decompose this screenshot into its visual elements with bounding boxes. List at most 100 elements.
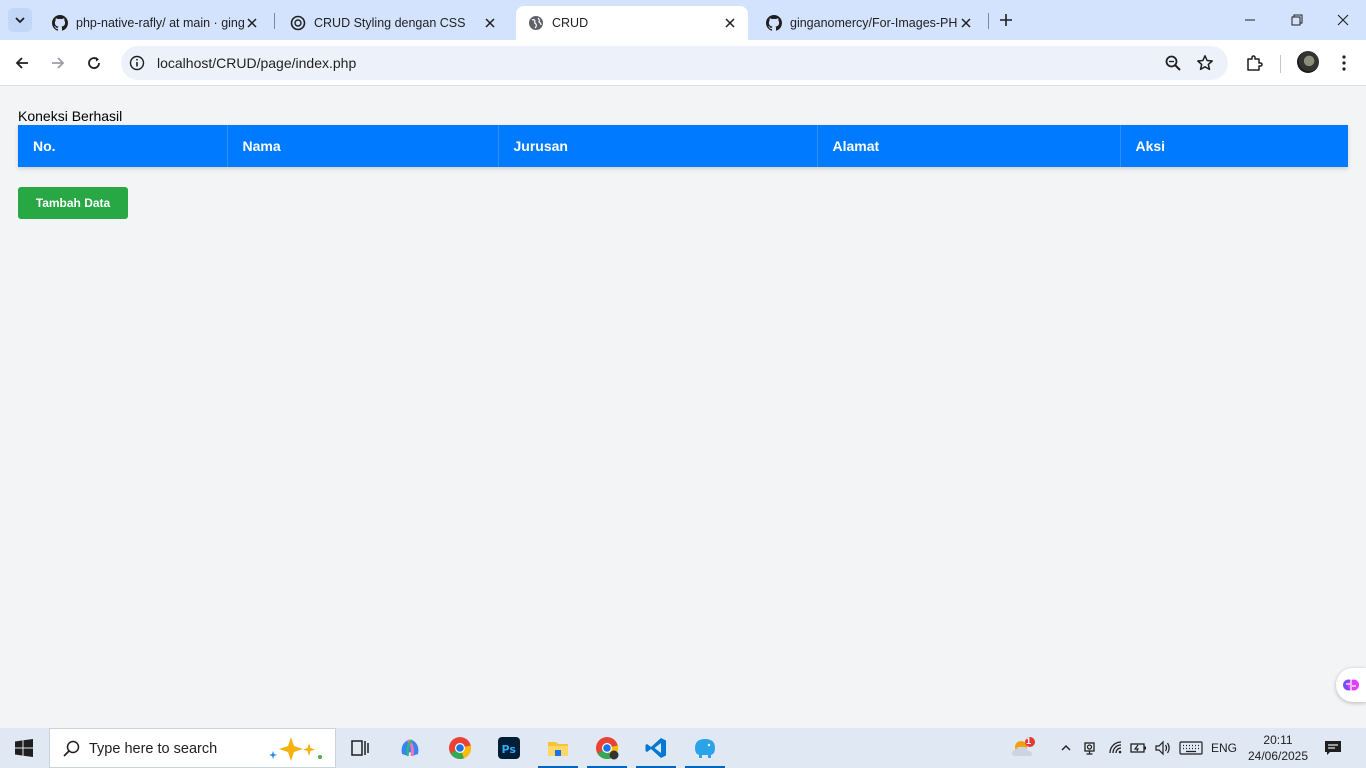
tab-crud-styling[interactable]: CRUD Styling dengan CSS [278,6,508,40]
vscode-icon [645,738,666,758]
chevron-down-icon [15,17,25,24]
forward-button[interactable] [46,51,70,75]
battery-status[interactable] [1128,728,1150,768]
folder-icon [548,742,568,756]
browser-toolbar: localhost/CRUD/page/index.php [0,40,1366,86]
forward-arrow-icon [52,57,65,69]
meet-now-button[interactable] [1081,728,1101,768]
kebab-menu-icon [1342,55,1346,71]
weather-cloud-icon [1012,737,1035,756]
openai-icon [290,15,306,31]
elephant-icon [695,739,715,758]
close-tab-icon[interactable] [244,15,260,31]
tab-for-images[interactable]: ginganomercy/For-Images-PHP [754,6,984,40]
webcam-icon [1084,742,1095,755]
github-icon [766,15,782,31]
plus-icon [1000,14,1012,26]
tab-crud[interactable]: CRUD [516,6,748,40]
minimize-icon [1245,19,1255,21]
new-tab-button[interactable] [996,10,1016,30]
notification-icon [1325,741,1341,755]
taskbar-chrome[interactable] [440,728,480,768]
back-button[interactable] [10,51,34,75]
taskbar: Type here to search Ps 1 ENG 20:11 24/06… [0,728,1366,768]
tab-title: php-native-rafly/ at main · gingar [76,16,244,30]
copilot-icon [401,738,419,757]
column-header-no: No. [18,125,228,167]
github-icon [52,15,68,31]
tab-search-button[interactable] [8,8,32,32]
clock-time: 20:11 [1263,733,1293,747]
tab-php-native[interactable]: php-native-rafly/ at main · gingar [40,6,270,40]
volume-icon [1155,740,1170,756]
start-button[interactable] [0,728,48,768]
chrome-icon [449,737,472,760]
close-tab-icon[interactable] [482,15,498,31]
profile-avatar[interactable] [1297,51,1319,73]
toolbar-divider [1280,55,1281,73]
close-window-button[interactable] [1331,8,1355,32]
restore-icon [1291,14,1303,26]
weather-badge: 1 [1026,736,1032,746]
back-arrow-icon [15,57,28,69]
tab-strip: php-native-rafly/ at main · gingar CRUD … [0,0,1366,40]
language-indicator: ENG [1210,741,1237,755]
zoom-icon[interactable] [1164,54,1182,72]
add-data-button[interactable]: Tambah Data [18,187,128,219]
connection-status: Koneksi Berhasil [18,108,123,124]
task-view-button[interactable] [340,728,380,768]
url-text[interactable]: localhost/CRUD/page/index.php [157,55,356,71]
brain-icon [1343,679,1359,691]
minimize-button[interactable] [1238,8,1262,32]
windows-logo-icon [15,739,33,757]
tab-title: CRUD [552,16,589,30]
volume-control[interactable] [1152,728,1174,768]
chevron-up-icon [1061,745,1071,751]
reload-button[interactable] [82,51,106,75]
browser-menu-button[interactable] [1332,51,1356,75]
input-language-button[interactable]: ENG [1208,728,1240,768]
data-table: No. Nama Jurusan Alamat Aksi [18,125,1348,167]
clock-date: 24/06/2025 [1247,749,1309,763]
tab-separator [274,13,275,29]
bookmark-star-icon[interactable] [1196,54,1214,72]
taskbar-vscode[interactable] [636,728,676,768]
weather-widget[interactable]: 1 [1008,728,1038,768]
photoshop-icon: Ps [498,737,520,759]
close-tab-icon[interactable] [958,15,974,31]
taskbar-php-app[interactable] [685,728,725,768]
restore-button[interactable] [1285,8,1309,32]
search-placeholder: Type here to search [89,741,218,757]
taskbar-copilot[interactable] [390,728,430,768]
column-header-alamat: Alamat [817,125,1121,167]
tab-title: ginganomercy/For-Images-PHP [790,16,958,30]
column-header-jurusan: Jurusan [498,125,818,167]
notification-center-button[interactable] [1322,737,1344,759]
taskbar-file-explorer[interactable] [538,728,578,768]
taskbar-photoshop[interactable]: Ps [489,728,529,768]
site-info-icon[interactable] [129,55,145,71]
network-status[interactable] [1105,728,1127,768]
table-header-row: No. Nama Jurusan Alamat Aksi [18,125,1348,167]
extensions-button[interactable] [1242,51,1266,75]
side-panel-widget[interactable] [1336,668,1366,702]
address-bar[interactable]: localhost/CRUD/page/index.php [121,46,1228,80]
taskbar-search-box[interactable]: Type here to search [49,728,336,768]
page-content: Koneksi Berhasil No. Nama Jurusan Alamat… [0,87,1366,728]
wifi-icon [1109,741,1122,754]
task-view-icon [351,740,369,756]
taskbar-clock[interactable]: 20:11 24/06/2025 [1244,732,1312,764]
battery-charging-icon [1130,743,1146,753]
column-header-aksi: Aksi [1120,125,1348,167]
puzzle-icon [1247,55,1263,71]
close-tab-icon[interactable] [722,15,738,31]
tab-separator [988,13,989,29]
column-header-nama: Nama [227,125,499,167]
touch-keyboard-button[interactable] [1177,728,1205,768]
show-hidden-icons-button[interactable] [1056,728,1076,768]
close-icon [1337,14,1349,26]
chrome-icon [596,737,619,760]
taskbar-chrome-profile[interactable] [587,728,627,768]
globe-icon [529,16,543,30]
tab-title: CRUD Styling dengan CSS [314,16,466,30]
